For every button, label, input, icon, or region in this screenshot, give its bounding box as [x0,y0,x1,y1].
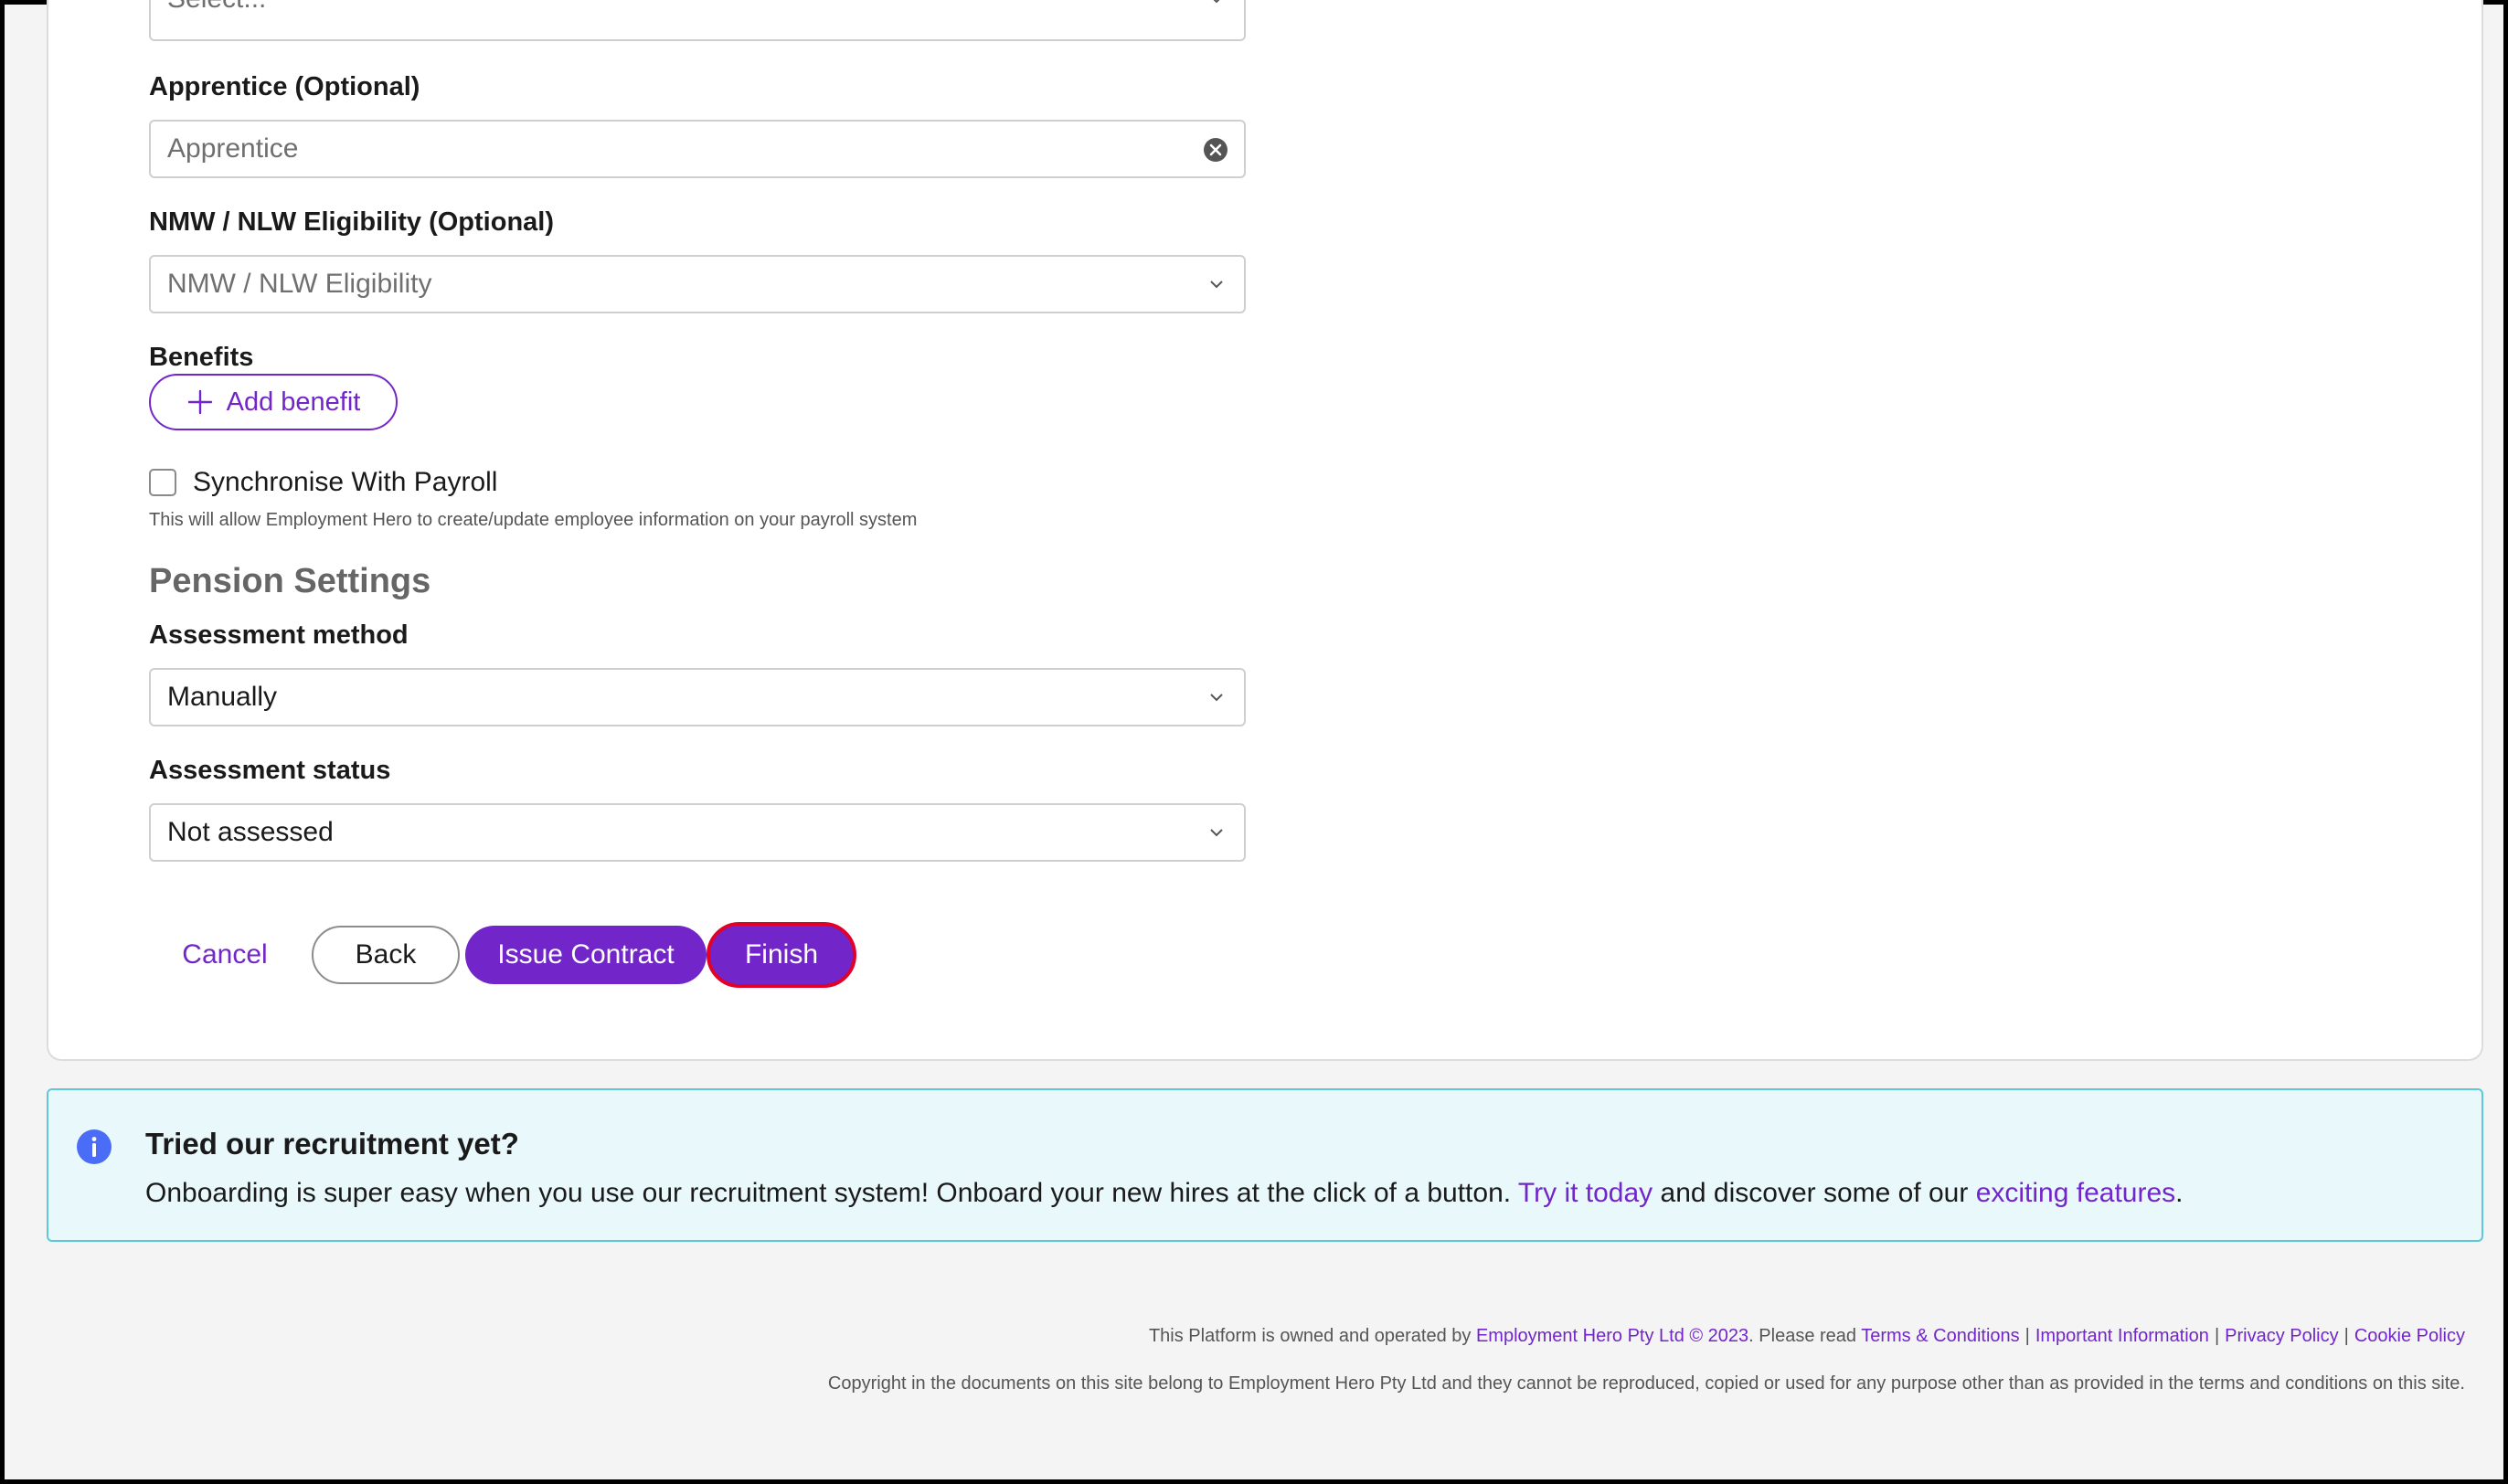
sync-payroll-helper: This will allow Employment Hero to creat… [149,510,918,530]
assessment-method-label: Assessment method [149,620,409,650]
banner-title: Tried our recruitment yet? [145,1127,519,1161]
footer-owned-prefix: This Platform is owned and operated by [1148,1326,1472,1346]
chevron-down-icon [1210,694,1223,702]
footer-ownership: This Platform is owned and operated by E… [1149,1326,2465,1347]
exciting-features-link[interactable]: exciting features [1976,1178,2175,1208]
chevron-down-icon [1210,829,1223,837]
assessment-method-value: Manually [167,682,278,712]
assessment-method-select[interactable]: Manually [149,668,1246,726]
footer-important-info-link[interactable]: Important Information [2035,1326,2209,1346]
top-select[interactable]: Select... [149,0,1246,41]
assessment-status-label: Assessment status [149,756,391,785]
chevron-down-icon [1210,281,1223,289]
back-button[interactable]: Back [312,926,460,984]
recruitment-banner: Tried our recruitment yet? Onboarding is… [47,1088,2483,1242]
apprentice-input[interactable]: Apprentice [149,120,1246,178]
plus-icon [187,389,212,415]
benefits-label: Benefits [149,343,254,372]
assessment-status-select[interactable]: Not assessed [149,803,1246,862]
finish-button[interactable]: Finish [707,922,856,988]
banner-text: Onboarding is super easy when you use ou… [145,1178,2184,1209]
chevron-down-icon [1213,0,1220,4]
nmw-label: NMW / NLW Eligibility (Optional) [149,207,555,237]
assessment-status-value: Not assessed [167,817,334,847]
apprentice-placeholder: Apprentice [167,133,299,164]
try-it-today-link[interactable]: Try it today [1518,1178,1653,1208]
footer-terms-link[interactable]: Terms & Conditions [1861,1326,2019,1346]
info-icon [77,1129,112,1164]
apprentice-label: Apprentice (Optional) [149,72,420,101]
top-select-value: Select... [167,0,266,17]
nmw-select[interactable]: NMW / NLW Eligibility [149,255,1246,313]
sync-payroll-checkbox[interactable] [149,469,176,496]
footer-separator: | [2214,1326,2220,1346]
banner-text-end: . [2175,1178,2184,1208]
nmw-placeholder: NMW / NLW Eligibility [167,269,432,299]
footer-separator: | [2024,1326,2030,1346]
footer-please-read: . Please read [1748,1326,1857,1346]
form-card: Select... Apprentice (Optional) Apprenti… [47,0,2483,1061]
banner-text-middle: and discover some of our [1660,1178,1969,1208]
add-benefit-label: Add benefit [226,387,361,417]
pension-settings-title: Pension Settings [149,562,431,600]
footer-privacy-link[interactable]: Privacy Policy [2225,1326,2338,1346]
banner-text-before: Onboarding is super easy when you use ou… [145,1178,1512,1208]
page-frame: Select... Apprentice (Optional) Apprenti… [0,0,2508,1484]
issue-contract-button[interactable]: Issue Contract [465,926,707,984]
cancel-button[interactable]: Cancel [149,926,301,984]
sync-payroll-label[interactable]: Synchronise With Payroll [193,467,497,498]
footer-cookie-link[interactable]: Cookie Policy [2354,1326,2465,1346]
footer-separator: | [2343,1326,2349,1346]
clear-icon[interactable] [1202,136,1229,164]
footer-company-link[interactable]: Employment Hero Pty Ltd © 2023 [1476,1326,1748,1346]
footer-copyright: Copyright in the documents on this site … [827,1373,2465,1394]
add-benefit-button[interactable]: Add benefit [149,374,398,430]
